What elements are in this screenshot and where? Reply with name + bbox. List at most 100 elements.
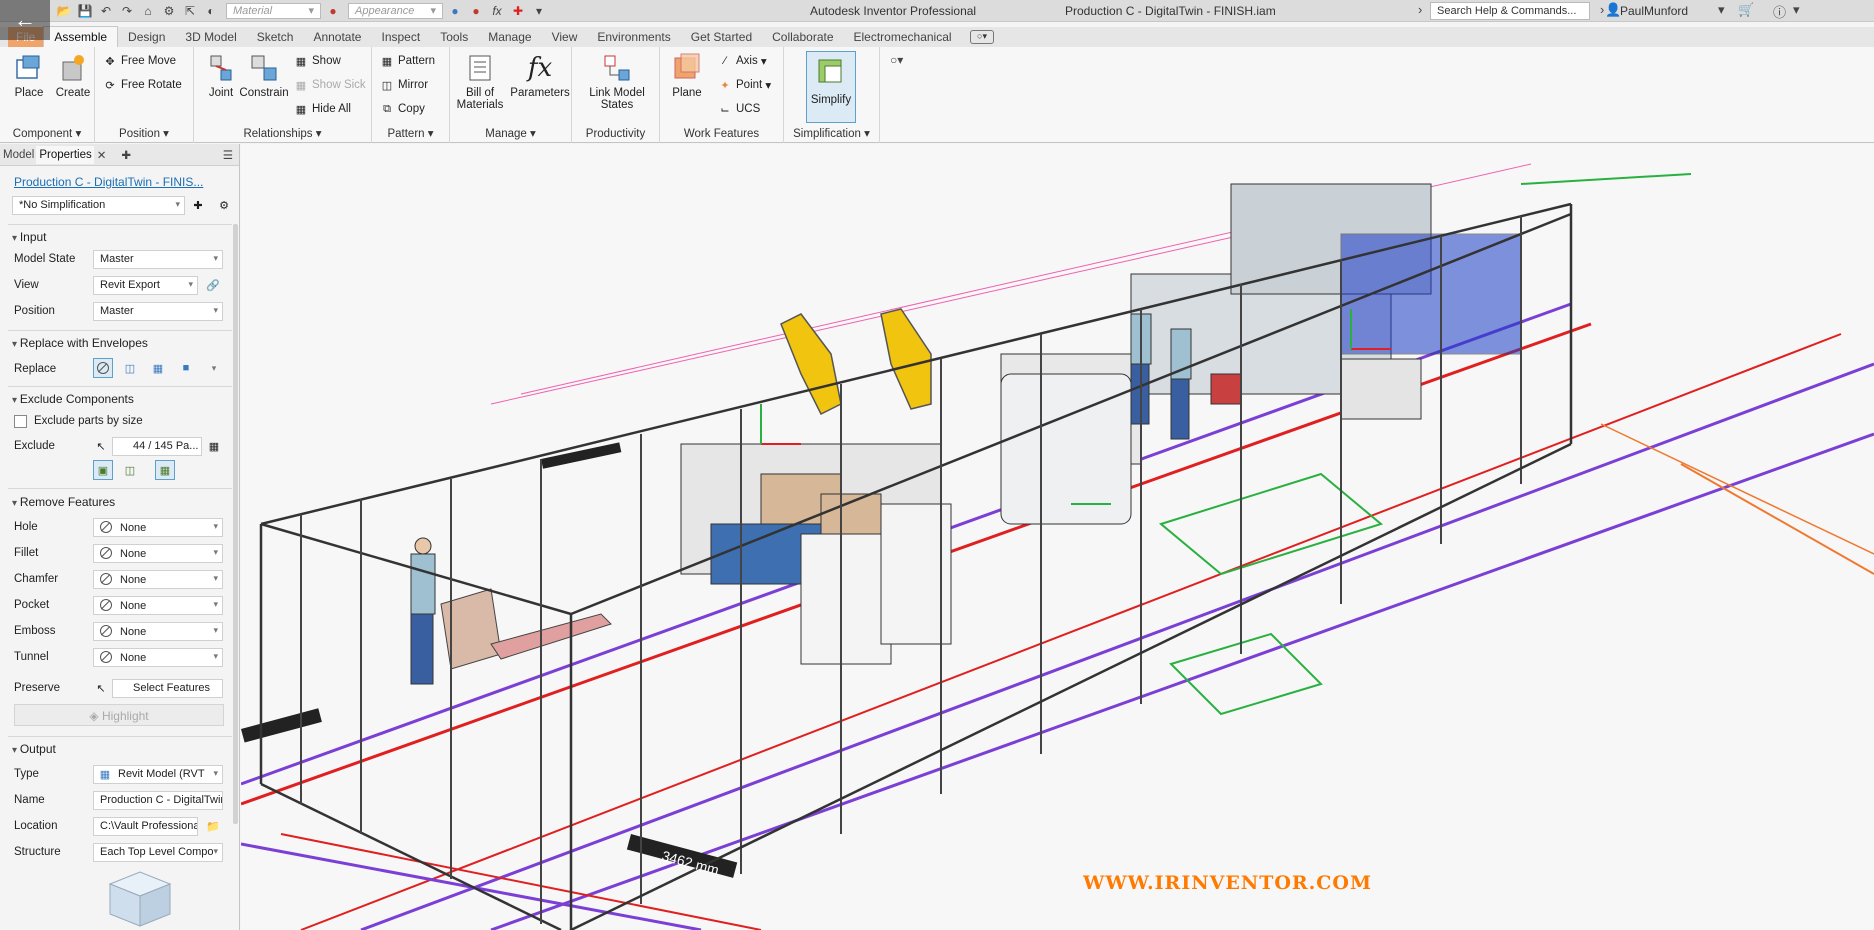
menu-icon[interactable]: ☰ bbox=[220, 145, 235, 165]
structure-select[interactable]: Each Top Level Compo bbox=[93, 843, 223, 862]
tab-model[interactable]: Model bbox=[0, 146, 36, 164]
chevron-down-icon[interactable]: ▾ bbox=[204, 358, 224, 378]
link-model-states-button[interactable]: Link Model States bbox=[586, 51, 648, 111]
chevron-right-icon[interactable]: › bbox=[1418, 2, 1422, 17]
search-input[interactable]: Search Help & Commands... bbox=[1430, 2, 1590, 20]
tab-electromechanical[interactable]: Electromechanical bbox=[844, 27, 962, 47]
replace-each-icon[interactable]: ◫ bbox=[120, 358, 140, 378]
home-icon[interactable]: ⌂ bbox=[139, 3, 157, 19]
scrollbar[interactable] bbox=[233, 224, 238, 824]
tab-properties[interactable]: Properties bbox=[36, 145, 94, 164]
material-dropdown[interactable]: Material ▾ bbox=[226, 2, 321, 19]
tab-design[interactable]: Design bbox=[118, 27, 175, 47]
free-move-button[interactable]: ✥ Free Move bbox=[103, 54, 176, 68]
remove-features-section-heading[interactable]: Remove Features bbox=[12, 495, 115, 509]
appearance-icon[interactable]: ● bbox=[324, 3, 342, 19]
document-link[interactable]: Production C - DigitalTwin - FINIS... bbox=[14, 175, 203, 189]
chevron-right-icon[interactable]: › bbox=[1600, 2, 1604, 17]
tab-3d-model[interactable]: 3D Model bbox=[175, 27, 246, 47]
tab-collaborate[interactable]: Collaborate bbox=[762, 27, 843, 47]
adjust-icon[interactable]: ● bbox=[446, 3, 464, 19]
pattern-button[interactable]: ▦ Pattern bbox=[380, 54, 435, 68]
chevron-down-icon[interactable]: ▾ bbox=[1718, 2, 1725, 18]
exclude-by-size-checkbox[interactable] bbox=[14, 415, 27, 428]
replace-all-icon[interactable]: ■ bbox=[176, 358, 196, 378]
clear-icon[interactable]: ● bbox=[467, 3, 485, 19]
exclude-mode-3-icon[interactable]: ▦ bbox=[155, 460, 175, 480]
tab-assemble[interactable]: Assemble bbox=[43, 26, 119, 47]
work-features-panel-label[interactable]: Work Features bbox=[660, 128, 783, 140]
chevron-down-icon[interactable]: ▾ bbox=[1793, 2, 1800, 18]
pattern-panel-label[interactable]: Pattern ▾ bbox=[372, 126, 449, 140]
plus-icon[interactable]: ✚ bbox=[509, 3, 527, 19]
output-section-heading[interactable]: Output bbox=[12, 742, 56, 756]
graphics-viewport[interactable]: 3462 mm bbox=[241, 144, 1874, 930]
relationships-panel-label[interactable]: Relationships ▾ bbox=[194, 126, 371, 140]
tab-annotate[interactable]: Annotate bbox=[303, 27, 371, 47]
material-icon[interactable]: ◐ bbox=[202, 3, 220, 19]
axis-button[interactable]: ∕ Axis ▾ bbox=[718, 54, 767, 68]
appearance-dropdown[interactable]: Appearance ▾ bbox=[348, 2, 443, 19]
save-icon[interactable]: 💾 bbox=[76, 3, 94, 19]
panel-options-icon[interactable]: ○▾ bbox=[970, 30, 994, 44]
help-icon[interactable]: ⓘ bbox=[1773, 2, 1786, 21]
plane-button[interactable]: Plane bbox=[664, 51, 710, 99]
feature-select[interactable]: None bbox=[93, 544, 223, 563]
location-field[interactable]: C:\Vault Professional bbox=[93, 817, 198, 836]
tab-inspect[interactable]: Inspect bbox=[371, 27, 430, 47]
show-sick-button[interactable]: ▦ Show Sick bbox=[294, 78, 366, 92]
hide-all-button[interactable]: ▦ Hide All bbox=[294, 102, 351, 116]
copy-button[interactable]: ⧉ Copy bbox=[380, 102, 425, 116]
factory-layout-model[interactable]: 3462 mm bbox=[241, 144, 1874, 930]
highlight-button[interactable]: ◈ Highlight bbox=[14, 704, 224, 726]
tab-manage[interactable]: Manage bbox=[478, 27, 541, 47]
place-button[interactable]: Place bbox=[6, 51, 52, 99]
exclude-mode-1-icon[interactable]: ▣ bbox=[93, 460, 113, 480]
gear-icon[interactable]: ⚙ bbox=[214, 195, 234, 215]
tab-tools[interactable]: Tools bbox=[430, 27, 478, 47]
redo-icon[interactable]: ↷ bbox=[118, 3, 136, 19]
simplification-panel-label[interactable]: Simplification ▾ bbox=[784, 126, 879, 140]
tab-environments[interactable]: Environments bbox=[587, 27, 680, 47]
undo-icon[interactable]: ↶ bbox=[97, 3, 115, 19]
name-field[interactable]: Production C - DigitalTwin bbox=[93, 791, 223, 810]
cart-icon[interactable]: 🛒 bbox=[1738, 2, 1754, 18]
feature-select[interactable]: None bbox=[93, 648, 223, 667]
free-rotate-button[interactable]: ⟳ Free Rotate bbox=[103, 78, 181, 92]
preserve-select-features[interactable]: Select Features bbox=[112, 679, 223, 698]
exclude-mode-2-icon[interactable]: ◫ bbox=[120, 460, 140, 480]
point-button[interactable]: ✦ Point ▾ bbox=[718, 78, 771, 92]
manage-panel-label[interactable]: Manage ▾ bbox=[450, 126, 571, 140]
bill-of-materials-button[interactable]: Bill of Materials bbox=[454, 51, 506, 111]
open-icon[interactable]: 📂 bbox=[55, 3, 73, 19]
parameters-button[interactable]: fx Parameters bbox=[510, 51, 570, 99]
input-section-heading[interactable]: Input bbox=[12, 230, 47, 244]
close-icon[interactable]: ✕ bbox=[94, 145, 109, 165]
view-select[interactable]: Revit Export bbox=[93, 276, 198, 295]
link-icon[interactable]: 🔗 bbox=[203, 275, 223, 295]
component-panel-label[interactable]: Component ▾ bbox=[0, 126, 94, 140]
position-panel-label[interactable]: Position ▾ bbox=[95, 126, 193, 140]
feature-select[interactable]: None bbox=[93, 596, 223, 615]
envelopes-section-heading[interactable]: Replace with Envelopes bbox=[12, 336, 148, 350]
simplification-select[interactable]: *No Simplification bbox=[12, 196, 185, 215]
constrain-button[interactable]: Constrain bbox=[238, 51, 290, 99]
select-cursor-icon[interactable]: ↖ bbox=[91, 678, 111, 698]
add-tab-icon[interactable]: ✚ bbox=[118, 145, 133, 165]
model-state-select[interactable]: Master bbox=[93, 250, 223, 269]
select-icon[interactable]: ⇱ bbox=[181, 3, 199, 19]
folder-icon[interactable]: 📁 bbox=[203, 816, 223, 836]
feature-select[interactable]: None bbox=[93, 570, 223, 589]
tab-get-started[interactable]: Get Started bbox=[681, 27, 762, 47]
select-cursor-icon[interactable]: ↖ bbox=[91, 436, 111, 456]
create-button[interactable]: Create bbox=[50, 51, 96, 99]
show-button[interactable]: ▦ Show bbox=[294, 54, 341, 68]
ribbon-options-icon[interactable]: ○▾ bbox=[890, 53, 903, 67]
feature-select[interactable]: None bbox=[93, 518, 223, 537]
replace-none-button[interactable] bbox=[93, 358, 113, 378]
user-name[interactable]: PaulMunford bbox=[1620, 4, 1688, 18]
back-arrow-icon[interactable]: ← bbox=[0, 0, 50, 40]
mirror-button[interactable]: ◫ Mirror bbox=[380, 78, 428, 92]
simplify-button[interactable]: Simplify bbox=[806, 51, 856, 123]
add-icon[interactable]: ✚ bbox=[188, 195, 208, 215]
